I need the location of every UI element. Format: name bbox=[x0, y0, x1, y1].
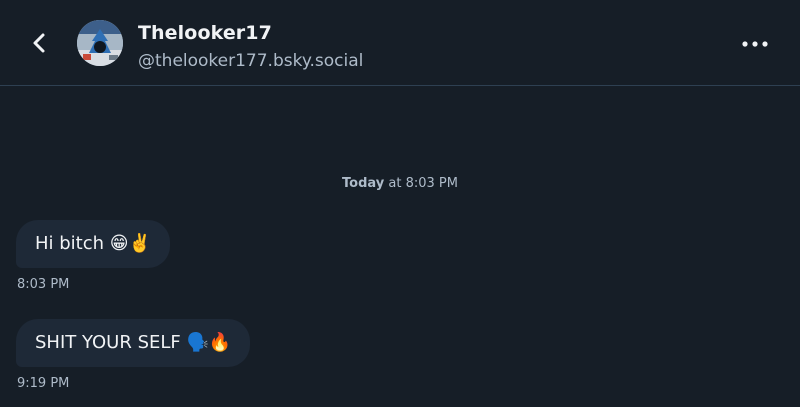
avatar[interactable] bbox=[77, 20, 123, 66]
display-name[interactable]: Thelooker17 bbox=[138, 22, 272, 44]
message-timestamp: 9:19 PM bbox=[17, 376, 70, 391]
ellipsis-icon bbox=[742, 41, 768, 47]
conversation-header: Thelooker17 @thelooker177.bsky.social bbox=[0, 0, 800, 86]
date-separator-day: Today bbox=[342, 176, 385, 191]
message-bubble[interactable]: Hi bitch 😁✌️ bbox=[16, 220, 170, 268]
avatar-image bbox=[77, 20, 123, 66]
date-separator: Today at 8:03 PM bbox=[0, 176, 800, 191]
message-bubble[interactable]: SHIT YOUR SELF 🗣️🔥 bbox=[16, 319, 251, 367]
message-timestamp: 8:03 PM bbox=[17, 277, 70, 292]
date-separator-time: at 8:03 PM bbox=[384, 176, 458, 191]
back-button[interactable] bbox=[24, 28, 54, 58]
user-handle: @thelooker177.bsky.social bbox=[138, 51, 364, 71]
chevron-left-icon bbox=[33, 33, 45, 53]
more-options-button[interactable] bbox=[738, 32, 772, 56]
